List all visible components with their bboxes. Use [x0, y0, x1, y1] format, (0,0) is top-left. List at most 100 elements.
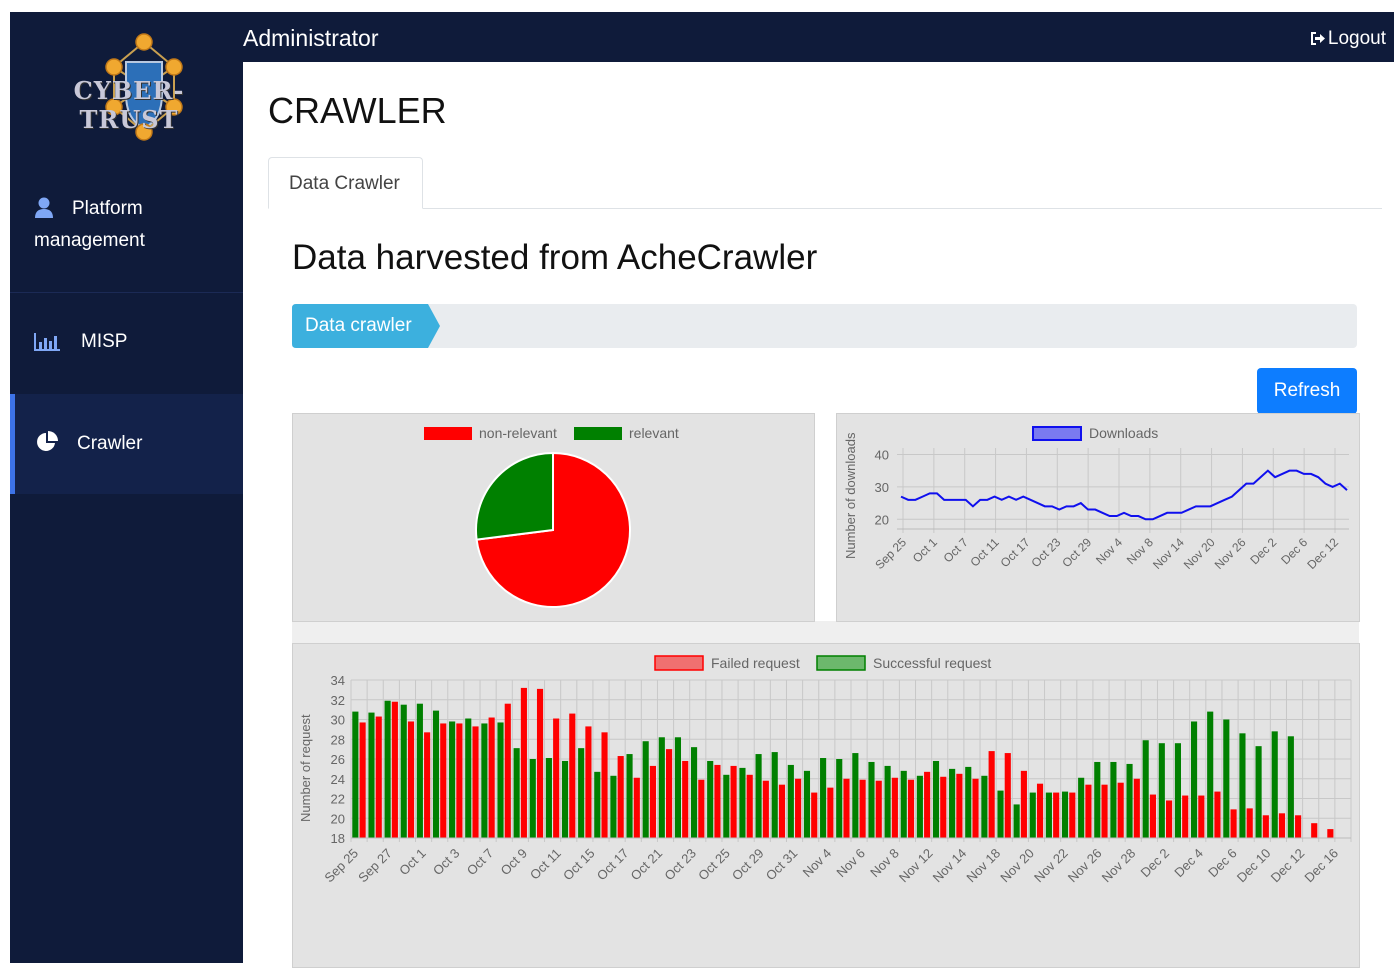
x-tick-label: Nov 6 — [833, 846, 868, 881]
failed-bar — [1149, 794, 1156, 838]
success-bar — [674, 737, 681, 838]
legend-swatch — [424, 427, 472, 440]
failed-bar — [1036, 783, 1044, 838]
success-bar — [626, 754, 633, 838]
success-bar — [916, 775, 923, 838]
failed-bar — [1004, 753, 1011, 838]
x-tick-label: Oct 29 — [729, 846, 767, 884]
y-tick-label: 22 — [331, 792, 345, 807]
failed-bar — [456, 723, 463, 838]
success-bar — [1013, 804, 1020, 838]
success-bar — [1271, 731, 1278, 838]
success-bar — [739, 767, 746, 838]
success-bar — [658, 737, 665, 838]
failed-bar — [1101, 784, 1108, 838]
success-bar — [1110, 761, 1117, 838]
x-tick-label: Dec 12 — [1268, 846, 1308, 886]
success-bar — [432, 710, 440, 838]
main-content: CRAWLER Data Crawler Data harvested from… — [243, 62, 1394, 968]
downloads-line — [900, 469, 1348, 521]
success-bar — [707, 760, 714, 838]
logout-button[interactable]: Logout — [1310, 28, 1386, 52]
sidebar-item-platform-management[interactable]: Platform management — [10, 192, 243, 292]
failed-bar — [1182, 795, 1189, 838]
legend-label: Successful request — [873, 655, 991, 671]
failed-bar — [407, 721, 415, 838]
x-tick-label: Oct 21 — [628, 846, 666, 884]
failed-bar — [666, 749, 673, 838]
x-tick-label: Oct 15 — [560, 846, 598, 884]
success-bar — [449, 721, 456, 838]
failed-bar — [924, 771, 931, 838]
failed-bar — [649, 765, 656, 838]
failed-bar — [972, 778, 979, 838]
y-tick-label: 18 — [331, 831, 345, 846]
success-bar — [755, 754, 762, 838]
x-tick-label: Nov 4 — [800, 846, 835, 881]
x-tick-label: Oct 1 — [910, 535, 940, 565]
y-tick-label: 24 — [331, 772, 345, 787]
failed-bar — [569, 713, 576, 838]
breadcrumb-item-data-crawler[interactable]: Data crawler — [292, 304, 440, 348]
x-tick-label: Oct 29 — [1059, 535, 1094, 570]
success-bar — [1158, 743, 1165, 838]
legend-swatch — [816, 655, 866, 671]
sidebar-item-label: Platform — [72, 198, 143, 219]
y-tick-label: 32 — [331, 693, 345, 708]
x-tick-label: Nov 26 — [1212, 535, 1249, 572]
y-axis-label: Number of downloads — [843, 432, 858, 559]
sidebar-item-misp[interactable]: MISP — [10, 292, 243, 393]
success-bar — [1142, 740, 1149, 838]
legend-swatch — [574, 427, 622, 440]
success-bar — [1255, 746, 1262, 838]
success-bar — [1287, 736, 1294, 838]
success-bar — [1239, 733, 1246, 838]
x-tick-label: Dec 2 — [1247, 535, 1279, 567]
breadcrumb-label: Data crawler — [305, 315, 412, 336]
success-bar — [1029, 792, 1036, 838]
failed-bar — [520, 687, 527, 838]
sidebar-item-label: MISP — [81, 331, 128, 352]
success-bar — [561, 760, 569, 838]
x-tick-label: Dec 4 — [1171, 846, 1206, 881]
x-tick-label: Nov 20 — [1181, 535, 1218, 572]
y-tick-label: 20 — [331, 811, 345, 826]
tab-data-crawler[interactable]: Data Crawler — [268, 157, 423, 209]
legend-label: non-relevant — [479, 425, 557, 441]
success-bar — [803, 770, 811, 838]
x-tick-label: Nov 28 — [1099, 846, 1139, 886]
logout-icon — [1310, 30, 1326, 52]
success-bar — [642, 741, 649, 838]
success-bar — [545, 758, 552, 838]
success-bar — [400, 704, 407, 838]
success-bar — [1045, 792, 1052, 838]
failed-bar — [601, 732, 608, 838]
pie-chart: non-relevant relevant — [424, 425, 679, 608]
failed-bar — [907, 779, 915, 838]
downloads-line-chart: Downloads203040Sep 25 Oct 1 Oct 7Oct 11Oct… — [843, 425, 1349, 572]
user-icon — [34, 197, 54, 225]
success-bar — [513, 748, 520, 838]
x-tick-label: Oct 17 — [998, 535, 1033, 570]
success-bar — [1207, 711, 1214, 838]
failed-bar — [536, 688, 544, 838]
legend-label: Downloads — [1089, 425, 1158, 441]
failed-bar — [585, 726, 592, 838]
success-bar — [868, 761, 875, 838]
sidebar-item-crawler[interactable]: Crawler — [10, 394, 243, 494]
success-bar — [949, 768, 956, 838]
x-tick-label: Nov 14 — [1150, 535, 1187, 572]
y-tick-label: 30 — [875, 480, 889, 495]
failed-bar — [1246, 808, 1253, 838]
window-edge — [0, 0, 10, 963]
refresh-button[interactable]: Refresh — [1257, 368, 1357, 414]
y-tick-label: 26 — [331, 752, 345, 767]
success-bar — [1174, 743, 1181, 838]
x-tick-label: Dec 12 — [1304, 535, 1341, 572]
success-bar — [594, 771, 601, 838]
x-tick-label: Oct 3 — [430, 846, 463, 879]
failed-bar — [1198, 795, 1205, 838]
x-tick-label: Nov 22 — [1031, 846, 1071, 886]
x-tick-label: Dec 10 — [1234, 846, 1274, 886]
success-bar — [465, 718, 472, 838]
